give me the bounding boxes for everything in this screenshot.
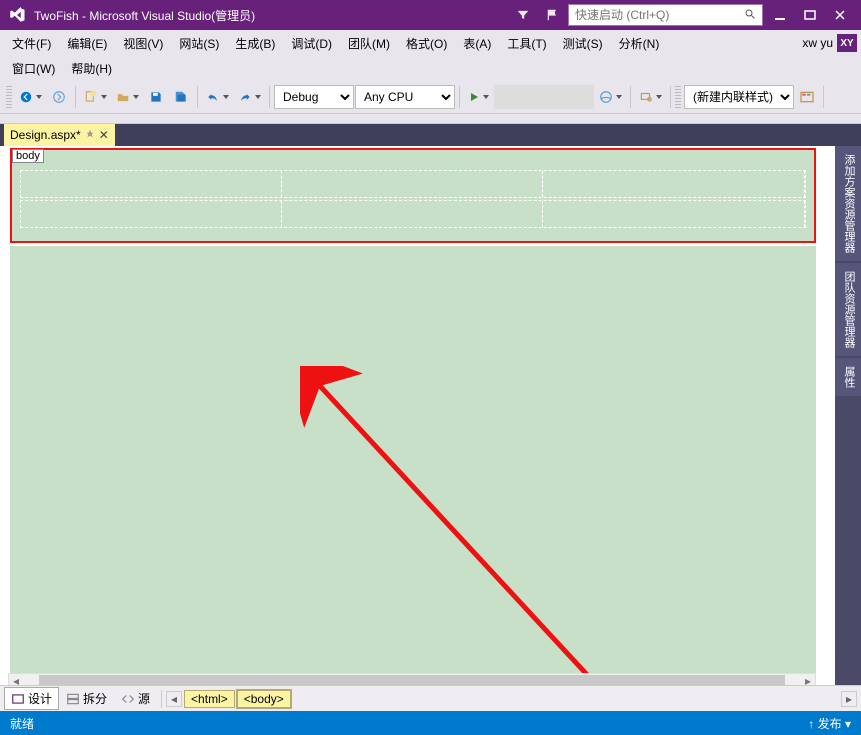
notify-filter-icon[interactable] [510, 4, 536, 26]
side-toolwindows: 添加方案资源管理器 团队资源管理器 属性 [835, 146, 861, 685]
save-all-button[interactable] [169, 85, 193, 109]
menu-analyze[interactable]: 分析(N) [611, 32, 668, 55]
minimize-button[interactable] [767, 4, 793, 26]
maximize-button[interactable] [797, 4, 823, 26]
pin-icon[interactable] [85, 128, 95, 142]
crumb-prev-button[interactable]: ◂ [166, 691, 182, 707]
publish-button[interactable]: ↑ 发布 ▾ [808, 715, 851, 732]
scroll-right-icon[interactable]: ▸ [801, 674, 815, 685]
side-tab-team[interactable]: 团队资源管理器 [835, 263, 861, 356]
user-name[interactable]: xw yu [802, 36, 833, 50]
menu-debug[interactable]: 调试(D) [283, 32, 340, 55]
statusbar: 就绪 ↑ 发布 ▾ [0, 711, 861, 735]
format-toolbar [0, 114, 861, 124]
table-cell[interactable] [282, 171, 543, 197]
design-body-area[interactable] [10, 246, 816, 685]
scroll-thumb[interactable] [39, 675, 785, 685]
search-icon[interactable] [744, 8, 756, 23]
side-tab-solution[interactable]: 添加方案资源管理器 [835, 146, 861, 261]
new-item-button[interactable] [80, 85, 111, 109]
undo-button[interactable] [202, 85, 233, 109]
menubar: 文件(F) 编辑(E) 视图(V) 网站(S) 生成(B) 调试(D) 团队(M… [0, 30, 861, 56]
menu-file[interactable]: 文件(F) [4, 32, 59, 55]
quick-launch-input[interactable] [568, 4, 763, 26]
menu-tools[interactable]: 工具(T) [499, 32, 554, 55]
vs-logo-icon [8, 6, 26, 24]
breadcrumb-body[interactable]: <body> [237, 690, 291, 708]
table-cell[interactable] [21, 201, 282, 227]
table-row[interactable] [20, 200, 806, 228]
titlebar: TwoFish - Microsoft Visual Studio(管理员) [0, 0, 861, 30]
toolbar-grip[interactable] [6, 86, 12, 108]
table-cell[interactable] [543, 171, 805, 197]
menu-help[interactable]: 帮助(H) [63, 57, 120, 80]
toolbar-grip-2[interactable] [675, 86, 681, 108]
menu-build[interactable]: 生成(B) [227, 32, 283, 55]
side-tab-properties[interactable]: 属性 [835, 358, 861, 396]
menu-table[interactable]: 表(A) [455, 32, 499, 55]
start-debug-button[interactable] [464, 85, 493, 109]
view-design-button[interactable]: 设计 [4, 687, 59, 710]
status-text: 就绪 [10, 715, 34, 732]
menu-window[interactable]: 窗口(W) [4, 57, 63, 80]
style-combo[interactable]: (新建内联样式) [684, 85, 794, 109]
design-canvas[interactable]: body ◂ ▸ [0, 146, 835, 685]
view-split-button[interactable]: 拆分 [59, 687, 114, 710]
table-cell[interactable] [21, 171, 282, 197]
platform-combo[interactable]: Any CPU [355, 85, 455, 109]
open-button[interactable] [112, 85, 143, 109]
menu-edit[interactable]: 编辑(E) [59, 32, 115, 55]
style-palette-icon[interactable] [795, 85, 819, 109]
browser-link-icon[interactable] [595, 85, 626, 109]
menu-format[interactable]: 格式(O) [398, 32, 455, 55]
flag-icon[interactable] [540, 4, 566, 26]
body-tag-label[interactable]: body [12, 149, 44, 163]
close-tab-icon[interactable]: ✕ [99, 128, 109, 142]
browser-target-blurred[interactable] [494, 85, 594, 109]
window-title: TwoFish - Microsoft Visual Studio(管理员) [34, 7, 255, 24]
menu-view[interactable]: 视图(V) [115, 32, 171, 55]
close-button[interactable] [827, 4, 853, 26]
quick-launch-text[interactable] [575, 8, 744, 22]
nav-back-button[interactable] [15, 85, 46, 109]
scroll-left-icon[interactable]: ◂ [9, 674, 23, 685]
selected-table-outline[interactable] [10, 148, 816, 243]
tab-label: Design.aspx* [10, 128, 81, 142]
view-bar: 设计 拆分 源 ◂ <html> <body> ▸ [0, 685, 861, 711]
crumb-next-button[interactable]: ▸ [841, 691, 857, 707]
menu-site[interactable]: 网站(S) [171, 32, 227, 55]
table-cell[interactable] [543, 201, 805, 227]
redo-button[interactable] [234, 85, 265, 109]
user-badge[interactable]: XY [837, 34, 857, 52]
save-button[interactable] [144, 85, 168, 109]
tab-design-aspx[interactable]: Design.aspx* ✕ [4, 124, 115, 146]
menu-team[interactable]: 团队(M) [340, 32, 398, 55]
table-cell[interactable] [282, 201, 543, 227]
horizontal-scrollbar[interactable]: ◂ ▸ [8, 673, 816, 685]
document-tabs: Design.aspx* ✕ [0, 124, 861, 146]
menu-test[interactable]: 测试(S) [555, 32, 611, 55]
menubar-row2: 窗口(W) 帮助(H) [0, 56, 861, 80]
breadcrumb-html[interactable]: <html> [184, 690, 235, 708]
find-icon[interactable] [635, 85, 666, 109]
view-source-button[interactable]: 源 [114, 687, 157, 710]
nav-forward-button[interactable] [47, 85, 71, 109]
config-combo[interactable]: Debug [274, 85, 354, 109]
toolbar: Debug Any CPU (新建内联样式) [0, 80, 861, 114]
table-row[interactable] [20, 170, 806, 198]
